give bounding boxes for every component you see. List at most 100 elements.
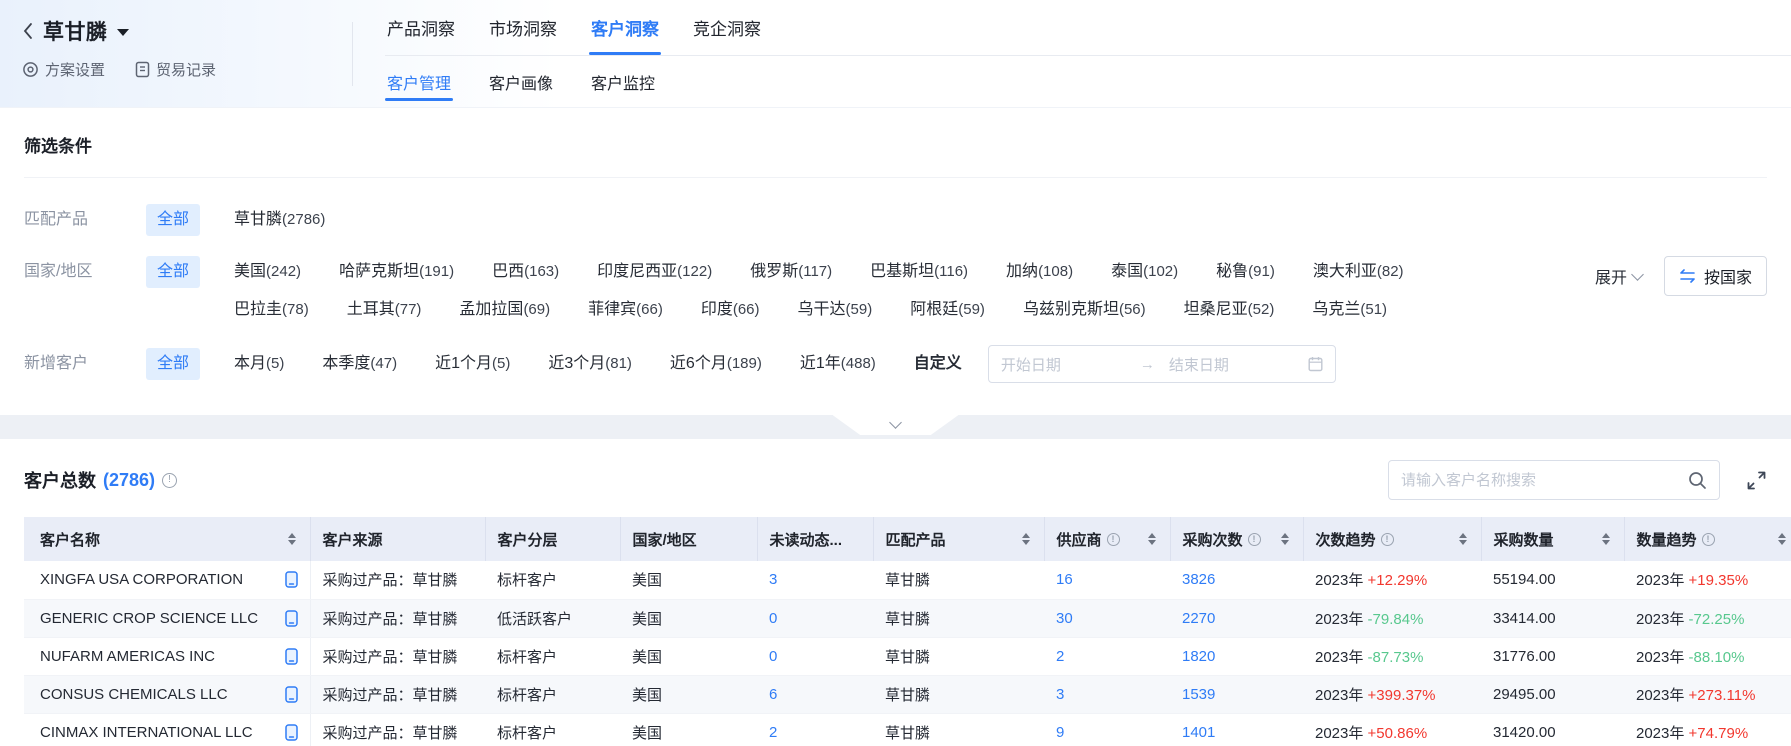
country-option[interactable]: 泰国(102) — [1111, 256, 1178, 288]
new-customer-option[interactable]: 近1个月(5) — [435, 348, 510, 380]
new-customer-option[interactable]: 近1年(488) — [800, 348, 876, 380]
contact-phone-icon[interactable] — [285, 648, 298, 665]
start-date-placeholder[interactable]: 开始日期 — [1001, 354, 1140, 375]
custom-range-link[interactable]: 自定义 — [914, 348, 962, 380]
collapse-filters-button[interactable] — [833, 415, 959, 435]
col-qty-trend[interactable]: 数量趋势 — [1624, 517, 1791, 561]
sort-icon[interactable] — [1022, 533, 1032, 545]
cell-country: 美国 — [620, 637, 757, 675]
tab-competitor-insight[interactable]: 竞企洞察 — [691, 0, 763, 55]
info-icon[interactable] — [1702, 533, 1715, 546]
sort-icon[interactable] — [288, 533, 298, 545]
table-row[interactable]: NUFARM AMERICAS INC采购过产品：草甘膦标杆客户美国0草甘膦21… — [24, 637, 1791, 675]
contact-phone-icon[interactable] — [285, 686, 298, 703]
contact-phone-icon[interactable] — [285, 610, 298, 627]
contact-phone-icon[interactable] — [285, 724, 298, 741]
match-product-option[interactable]: 草甘膦(2786) — [234, 204, 325, 236]
tab-product-insight[interactable]: 产品洞察 — [385, 0, 457, 55]
country-option[interactable]: 俄罗斯(117) — [750, 256, 832, 288]
trade-records-button[interactable]: 贸易记录 — [135, 59, 216, 80]
by-country-button[interactable]: 按国家 — [1664, 256, 1767, 296]
supplier-count-link[interactable]: 3 — [1056, 686, 1064, 703]
tab-market-insight[interactable]: 市场洞察 — [487, 0, 559, 55]
country-option[interactable]: 菲律宾(66) — [588, 294, 663, 326]
country-option[interactable]: 乌干达(59) — [798, 294, 873, 326]
unread-count-link[interactable]: 0 — [769, 610, 777, 627]
country-option[interactable]: 澳大利亚(82) — [1313, 256, 1404, 288]
country-option[interactable]: 乌克兰(51) — [1312, 294, 1387, 326]
sort-desc-caret — [1281, 540, 1289, 545]
country-option[interactable]: 巴基斯坦(116) — [870, 256, 968, 288]
sort-icon[interactable] — [1148, 533, 1158, 545]
supplier-count-link[interactable]: 30 — [1056, 610, 1073, 627]
info-icon[interactable] — [1381, 533, 1394, 546]
new-customer-option[interactable]: 本月(5) — [234, 348, 284, 380]
tab-customer-management[interactable]: 客户管理 — [385, 56, 453, 107]
purchase-times-link[interactable]: 3826 — [1182, 571, 1215, 588]
purchase-times-link[interactable]: 1820 — [1182, 648, 1215, 665]
table-row[interactable]: CINMAX INTERNATIONAL LLC采购过产品：草甘膦标杆客户美国2… — [24, 713, 1791, 746]
country-option[interactable]: 哈萨克斯坦(191) — [339, 256, 454, 288]
country-option[interactable]: 乌兹别克斯坦(56) — [1023, 294, 1146, 326]
tab-customer-profile[interactable]: 客户画像 — [487, 56, 555, 107]
sort-icon[interactable] — [1778, 533, 1788, 545]
match-product-all-chip[interactable]: 全部 — [146, 204, 200, 236]
col-times-trend[interactable]: 次数趋势 — [1303, 517, 1481, 561]
info-icon[interactable] — [1107, 533, 1120, 546]
page-title[interactable]: 草甘膦 — [43, 16, 108, 46]
col-product[interactable]: 匹配产品 — [873, 517, 1044, 561]
info-icon[interactable] — [1248, 533, 1261, 546]
expand-link[interactable]: 展开 — [1595, 264, 1642, 288]
unread-count-link[interactable]: 6 — [769, 686, 777, 703]
country-option[interactable]: 美国(242) — [234, 256, 301, 288]
tab-customer-monitor[interactable]: 客户监控 — [589, 56, 657, 107]
purchase-times-link[interactable]: 1539 — [1182, 686, 1215, 703]
col-supplier[interactable]: 供应商 — [1044, 517, 1170, 561]
country-option[interactable]: 秘鲁(91) — [1216, 256, 1275, 288]
purchase-times-link[interactable]: 1401 — [1182, 724, 1215, 741]
date-range-picker[interactable]: 开始日期 → 结束日期 — [988, 345, 1336, 383]
title-dropdown-caret-icon[interactable] — [117, 29, 129, 36]
option-count: (242) — [266, 263, 301, 280]
country-option[interactable]: 加纳(108) — [1006, 256, 1073, 288]
info-icon[interactable] — [162, 473, 177, 488]
col-purchase-times[interactable]: 采购次数 — [1170, 517, 1303, 561]
country-option[interactable]: 孟加拉国(69) — [459, 294, 550, 326]
country-all-chip[interactable]: 全部 — [146, 256, 200, 288]
country-option[interactable]: 坦桑尼亚(52) — [1184, 294, 1275, 326]
new-customer-option[interactable]: 本季度(47) — [322, 348, 397, 380]
unread-count-link[interactable]: 3 — [769, 571, 777, 588]
customer-search-box[interactable] — [1388, 460, 1720, 500]
sort-icon[interactable] — [1281, 533, 1291, 545]
plan-settings-button[interactable]: 方案设置 — [22, 59, 105, 80]
country-option[interactable]: 阿根廷(59) — [910, 294, 985, 326]
table-row[interactable]: CONSUS CHEMICALS LLC采购过产品：草甘膦标杆客户美国6草甘膦3… — [24, 675, 1791, 713]
end-date-placeholder[interactable]: 结束日期 — [1155, 354, 1308, 375]
country-option[interactable]: 印度(66) — [701, 294, 760, 326]
tab-customer-insight[interactable]: 客户洞察 — [589, 0, 661, 55]
table-row[interactable]: XINGFA USA CORPORATION采购过产品：草甘膦标杆客户美国3草甘… — [24, 561, 1791, 599]
unread-count-link[interactable]: 2 — [769, 724, 777, 741]
search-icon[interactable] — [1688, 471, 1707, 490]
supplier-count-link[interactable]: 16 — [1056, 571, 1073, 588]
purchase-times-link[interactable]: 2270 — [1182, 610, 1215, 627]
country-option[interactable]: 巴拉圭(78) — [234, 294, 309, 326]
supplier-count-link[interactable]: 2 — [1056, 648, 1064, 665]
country-option[interactable]: 土耳其(77) — [347, 294, 422, 326]
back-icon[interactable] — [22, 22, 34, 40]
new-customer-option[interactable]: 近6个月(189) — [670, 348, 762, 380]
contact-phone-icon[interactable] — [285, 571, 298, 588]
sort-icon[interactable] — [1602, 533, 1612, 545]
fullscreen-icon[interactable] — [1746, 470, 1767, 491]
new-customer-option[interactable]: 近3个月(81) — [548, 348, 632, 380]
col-purchase-qty[interactable]: 采购数量 — [1481, 517, 1624, 561]
sort-icon[interactable] — [1459, 533, 1469, 545]
table-row[interactable]: GENERIC CROP SCIENCE LLC采购过产品：草甘膦低活跃客户美国… — [24, 599, 1791, 637]
supplier-count-link[interactable]: 9 — [1056, 724, 1064, 741]
new-customer-all-chip[interactable]: 全部 — [146, 348, 200, 380]
country-option[interactable]: 印度尼西亚(122) — [597, 256, 712, 288]
unread-count-link[interactable]: 0 — [769, 648, 777, 665]
col-name[interactable]: 客户名称 — [24, 517, 310, 561]
customer-search-input[interactable] — [1401, 472, 1688, 489]
country-option[interactable]: 巴西(163) — [492, 256, 559, 288]
